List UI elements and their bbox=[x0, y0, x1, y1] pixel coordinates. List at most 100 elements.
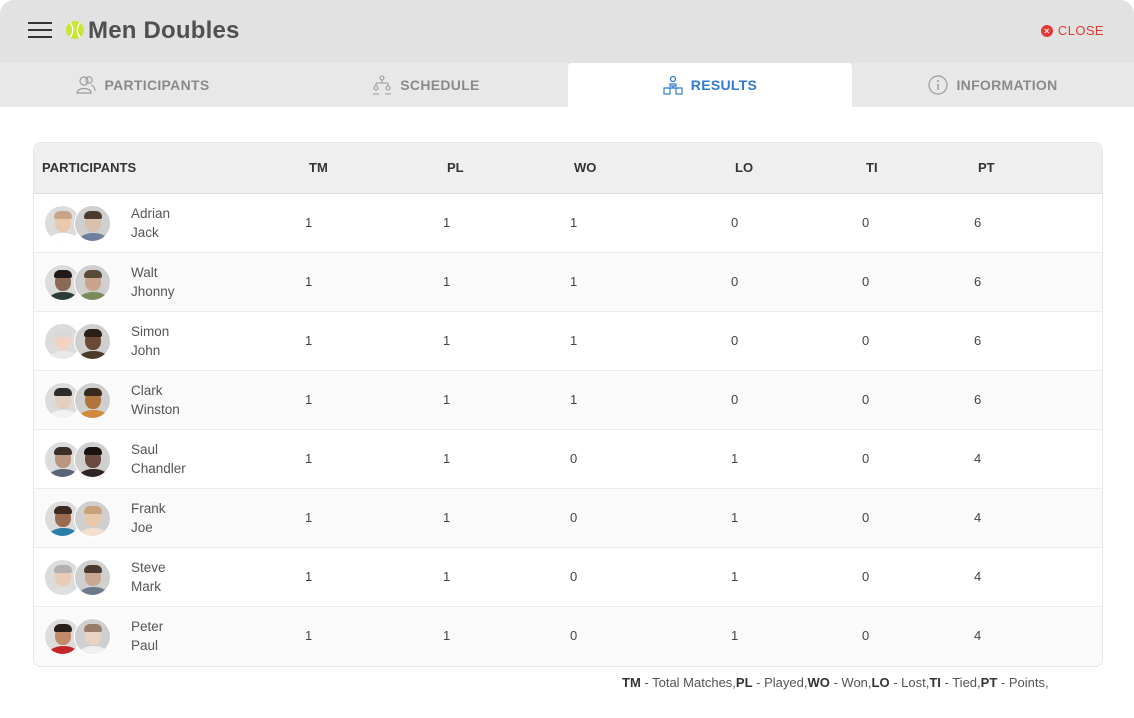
avatar bbox=[74, 618, 111, 655]
cell-pl: 1 bbox=[443, 274, 451, 289]
cell-tm: 1 bbox=[305, 392, 313, 407]
player-one-name: Saul bbox=[131, 442, 159, 457]
cell-wo: 1 bbox=[570, 274, 578, 289]
cell-tm: 1 bbox=[305, 451, 313, 466]
player-two-name: Jhonny bbox=[131, 284, 175, 299]
tab-schedule-label: SCHEDULE bbox=[400, 77, 480, 93]
close-icon: × bbox=[1040, 24, 1053, 37]
avatar bbox=[74, 500, 111, 537]
tab-results[interactable]: RESULTS bbox=[568, 63, 852, 107]
legend-text: - Won, bbox=[829, 675, 872, 690]
avatar bbox=[74, 205, 111, 242]
legend-abbr: PL bbox=[735, 675, 753, 690]
cell-ti: 0 bbox=[862, 569, 870, 584]
team-names: Adrian Jack bbox=[131, 204, 170, 242]
team-names: Frank Joe bbox=[131, 499, 166, 537]
close-button[interactable]: × CLOSE bbox=[1040, 23, 1104, 38]
legend-text: - Lost, bbox=[889, 675, 930, 690]
legend-abbr: TM bbox=[622, 675, 641, 690]
player-one-name: Peter bbox=[131, 619, 164, 634]
col-pl[interactable]: PL bbox=[447, 160, 464, 175]
col-participants[interactable]: PARTICIPANTS bbox=[42, 160, 136, 175]
cell-pl: 1 bbox=[443, 451, 451, 466]
team-avatars bbox=[44, 323, 114, 361]
cell-ti: 0 bbox=[862, 215, 870, 230]
team-avatars bbox=[44, 382, 114, 420]
team-avatars bbox=[44, 500, 114, 538]
tab-schedule[interactable]: SCHEDULE bbox=[284, 63, 568, 107]
cell-pl: 1 bbox=[443, 215, 451, 230]
cell-tm: 1 bbox=[305, 215, 313, 230]
cell-tm: 1 bbox=[305, 569, 313, 584]
team-avatars bbox=[44, 618, 114, 656]
player-two-name: Chandler bbox=[131, 461, 186, 476]
cell-lo: 0 bbox=[731, 392, 739, 407]
table-row[interactable]: Walt Jhonny 1 1 1 0 0 6 bbox=[34, 253, 1102, 312]
player-two-name: Paul bbox=[131, 638, 159, 653]
table-header: PARTICIPANTS TM PL WO LO TI PT bbox=[34, 143, 1102, 194]
team-names: Walt Jhonny bbox=[131, 263, 175, 301]
legend-text: - Total Matches, bbox=[640, 675, 736, 690]
player-two-name: Winston bbox=[131, 402, 180, 417]
cell-lo: 1 bbox=[731, 510, 739, 525]
cell-wo: 1 bbox=[570, 392, 578, 407]
player-one-name: Adrian bbox=[131, 206, 171, 221]
cell-tm: 1 bbox=[305, 510, 313, 525]
table-row[interactable]: Saul Chandler 1 1 0 1 0 4 bbox=[34, 430, 1102, 489]
legend-text: - Points, bbox=[997, 675, 1049, 690]
table-row[interactable]: Simon John 1 1 1 0 0 6 bbox=[34, 312, 1102, 371]
cell-wo: 0 bbox=[570, 451, 578, 466]
table-row[interactable]: Clark Winston 1 1 1 0 0 6 bbox=[34, 371, 1102, 430]
tab-participants[interactable]: PARTICIPANTS bbox=[0, 63, 284, 107]
cell-pl: 1 bbox=[443, 392, 451, 407]
table-body: Adrian Jack 1 1 1 0 0 6 Walt Jhonny 1 1 1 0 0 6 Simon Joh… bbox=[34, 194, 1102, 666]
table-row[interactable]: Frank Joe 1 1 0 1 0 4 bbox=[34, 489, 1102, 548]
team-avatars bbox=[44, 441, 114, 479]
col-tm[interactable]: TM bbox=[309, 160, 328, 175]
tab-information-label: INFORMATION bbox=[956, 77, 1058, 93]
col-lo[interactable]: LO bbox=[735, 160, 753, 175]
cell-pl: 1 bbox=[443, 333, 451, 348]
team-names: Peter Paul bbox=[131, 617, 163, 655]
cell-lo: 1 bbox=[731, 451, 739, 466]
avatar bbox=[74, 559, 111, 596]
team-names: Clark Winston bbox=[131, 381, 180, 419]
cell-wo: 0 bbox=[570, 569, 578, 584]
cell-pt: 4 bbox=[974, 569, 982, 584]
player-two-name: John bbox=[131, 343, 161, 358]
table-row[interactable]: Peter Paul 1 1 0 1 0 4 bbox=[34, 607, 1102, 666]
cell-tm: 1 bbox=[305, 333, 313, 348]
cell-pt: 6 bbox=[974, 215, 982, 230]
player-one-name: Walt bbox=[131, 265, 158, 280]
legend-text: - Tied, bbox=[940, 675, 981, 690]
team-names: Steve Mark bbox=[131, 558, 166, 596]
player-two-name: Jack bbox=[131, 225, 159, 240]
cell-tm: 1 bbox=[305, 628, 313, 643]
legend-abbr: WO bbox=[807, 675, 830, 690]
cell-lo: 0 bbox=[731, 215, 739, 230]
close-label: CLOSE bbox=[1057, 23, 1104, 38]
cell-wo: 0 bbox=[570, 510, 578, 525]
cell-ti: 0 bbox=[862, 628, 870, 643]
legend-text: - Played, bbox=[752, 675, 808, 690]
table-row[interactable]: Steve Mark 1 1 0 1 0 4 bbox=[34, 548, 1102, 607]
page-title: Men Doubles bbox=[88, 17, 240, 44]
hamburger-menu-button[interactable] bbox=[28, 22, 52, 38]
col-ti[interactable]: TI bbox=[866, 160, 878, 175]
cell-tm: 1 bbox=[305, 274, 313, 289]
col-wo[interactable]: WO bbox=[574, 160, 596, 175]
app-header: Men Doubles × CLOSE bbox=[0, 0, 1134, 63]
avatar bbox=[74, 382, 111, 419]
cell-ti: 0 bbox=[862, 333, 870, 348]
tab-information[interactable]: INFORMATION bbox=[852, 63, 1134, 107]
player-two-name: Mark bbox=[131, 579, 161, 594]
team-avatars bbox=[44, 205, 114, 243]
cell-wo: 1 bbox=[570, 333, 578, 348]
table-row[interactable]: Adrian Jack 1 1 1 0 0 6 bbox=[34, 194, 1102, 253]
cell-ti: 0 bbox=[862, 510, 870, 525]
cell-lo: 0 bbox=[731, 274, 739, 289]
cell-ti: 0 bbox=[862, 274, 870, 289]
avatar bbox=[74, 264, 111, 301]
col-pt[interactable]: PT bbox=[978, 160, 995, 175]
cell-pt: 6 bbox=[974, 333, 982, 348]
